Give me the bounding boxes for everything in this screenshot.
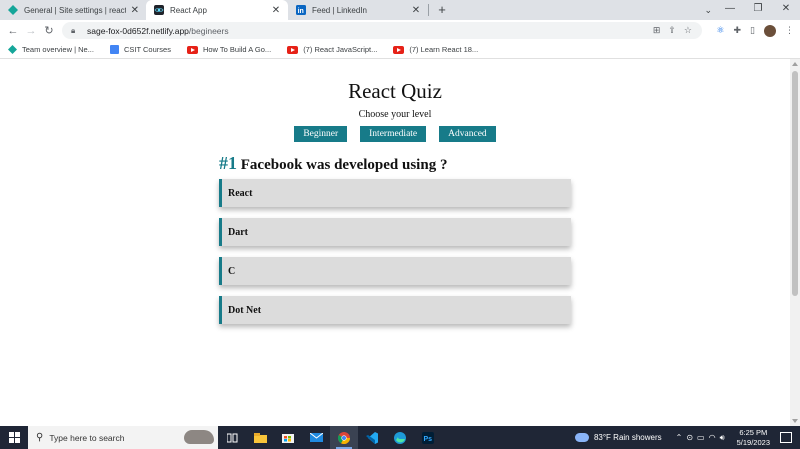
- mail-icon[interactable]: [302, 426, 330, 449]
- page-title: React Quiz: [348, 79, 442, 103]
- search-highlight-image: [184, 430, 214, 444]
- question-text: Facebook was developed using ?: [240, 157, 448, 173]
- clock-date: 5/19/2023: [736, 437, 770, 447]
- back-arrow-icon[interactable]: ←: [4, 25, 22, 37]
- level-prompt: Choose your level: [358, 109, 432, 120]
- task-view-icon[interactable]: [218, 426, 246, 449]
- close-tab-icon[interactable]: ✕: [410, 5, 422, 16]
- tray-status-icons[interactable]: ⌃⊙▭◠🔊︎: [676, 433, 729, 443]
- svg-text:Ps: Ps: [424, 436, 433, 443]
- bookmark-csit-courses[interactable]: CSIT Courses: [109, 45, 171, 54]
- new-tab-button[interactable]: +: [435, 0, 449, 20]
- chrome-icon[interactable]: [330, 426, 358, 449]
- microsoft-store-icon[interactable]: [274, 426, 302, 449]
- vscode-icon[interactable]: [358, 426, 386, 449]
- bookmark-label: How To Build A Go...: [202, 45, 272, 54]
- scroll-down-arrow-icon[interactable]: [792, 419, 798, 423]
- install-app-icon[interactable]: ⊞: [653, 25, 661, 36]
- tab-react-app[interactable]: React App ✕: [146, 0, 288, 20]
- extensions-puzzle-icon[interactable]: ✚: [734, 25, 742, 36]
- close-tab-icon[interactable]: ✕: [130, 5, 140, 16]
- menu-kebab-icon[interactable]: ⋮: [785, 25, 794, 36]
- bookmark-label: CSIT Courses: [123, 45, 171, 54]
- close-tab-icon[interactable]: ✕: [270, 5, 282, 16]
- system-tray: 83°F Rain showers ⌃⊙▭◠🔊︎ 6:25 PM 5/19/20…: [574, 426, 800, 449]
- bookmark-label: (7) Learn React 18...: [409, 45, 479, 54]
- question-heading: #1 Facebook was developed using ?: [219, 153, 447, 174]
- tab-strip: General | Site settings | reactquiz ✕ Re…: [0, 0, 800, 20]
- answer-option-dart[interactable]: Dart: [219, 218, 571, 246]
- tab-linkedin[interactable]: in Feed | LinkedIn ✕: [288, 0, 428, 20]
- taskbar-search-box[interactable]: ⚲ Type here to search: [28, 426, 218, 449]
- scroll-up-arrow-icon[interactable]: [792, 62, 798, 66]
- answer-option-c[interactable]: C: [219, 257, 571, 285]
- csit-icon: [109, 45, 119, 54]
- scrollbar-thumb[interactable]: [792, 71, 798, 296]
- bookmark-star-icon[interactable]: ☆: [684, 25, 692, 36]
- search-placeholder: Type here to search: [49, 432, 125, 443]
- tab-title: Feed | LinkedIn: [312, 5, 368, 15]
- bookmark-label: Team overview | Ne...: [22, 45, 94, 54]
- file-explorer-icon[interactable]: [246, 426, 274, 449]
- react-app-icon: [154, 5, 164, 15]
- clock-time: 6:25 PM: [739, 427, 768, 437]
- close-window-icon[interactable]: ✕: [772, 0, 800, 20]
- url-path: /begineers: [188, 25, 229, 36]
- tab-site-settings[interactable]: General | Site settings | reactquiz ✕: [0, 0, 146, 20]
- answer-option-react[interactable]: React: [219, 179, 571, 207]
- bookmark-team-overview[interactable]: Team overview | Ne...: [8, 45, 94, 54]
- restore-icon[interactable]: ❐: [744, 0, 772, 20]
- weather-text: 83°F Rain showers: [593, 433, 662, 442]
- answer-options: React Dart C Dot Net: [219, 179, 571, 335]
- page-viewport: React Quiz Choose your level Beginner In…: [0, 59, 790, 426]
- url-host: sage-fox-0d652f.netlify.app: [87, 25, 189, 36]
- bookmarks-bar: Team overview | Ne... CSIT Courses How T…: [0, 41, 800, 59]
- youtube-icon: [287, 45, 299, 54]
- window-controls: — ❐ ✕: [716, 0, 800, 20]
- windows-start-icon[interactable]: [0, 426, 28, 449]
- profile-avatar[interactable]: [764, 24, 776, 37]
- address-bar[interactable]: 🔒︎ sage-fox-0d652f.netlify.app/begineers…: [62, 22, 702, 39]
- taskbar-clock[interactable]: 6:25 PM 5/19/2023: [737, 428, 770, 448]
- rain-cloud-icon: [574, 433, 589, 442]
- youtube-icon: [186, 45, 198, 54]
- taskbar: ⚲ Type here to search Ps 83°F Rain showe…: [0, 426, 800, 449]
- edge-icon[interactable]: [386, 426, 414, 449]
- lock-icon[interactable]: 🔒︎: [71, 26, 81, 36]
- bookmark-react-javascript[interactable]: (7) React JavaScript...: [287, 45, 377, 54]
- share-icon[interactable]: ⇪: [668, 25, 676, 36]
- minimize-icon[interactable]: —: [716, 0, 744, 20]
- diamond-icon: [8, 45, 17, 54]
- level-selector: Beginner Intermediate Advanced: [0, 126, 790, 142]
- intermediate-button[interactable]: Intermediate: [360, 126, 427, 142]
- advanced-button[interactable]: Advanced: [439, 126, 496, 142]
- beginner-button[interactable]: Beginner: [294, 126, 348, 142]
- svg-text:in: in: [298, 8, 304, 15]
- side-panel-icon[interactable]: ▯: [750, 25, 755, 36]
- bookmark-how-to-build[interactable]: How To Build A Go...: [186, 45, 272, 54]
- browser-toolbar: ← → ↻ 🔒︎ sage-fox-0d652f.netlify.app/beg…: [0, 20, 800, 41]
- reload-icon[interactable]: ↻: [40, 24, 58, 37]
- bookmark-label: (7) React JavaScript...: [303, 45, 378, 54]
- tab-title: General | Site settings | reactquiz: [24, 5, 126, 15]
- tab-separator: [428, 4, 429, 16]
- tab-search-chevron-icon[interactable]: ⌄: [704, 0, 712, 20]
- search-icon: ⚲: [36, 432, 44, 443]
- photoshop-icon[interactable]: Ps: [414, 426, 442, 449]
- react-devtools-extension-icon[interactable]: ⚛: [716, 25, 724, 36]
- weather-widget[interactable]: 83°F Rain showers: [574, 433, 662, 442]
- bookmark-learn-react[interactable]: (7) Learn React 18...: [393, 45, 478, 54]
- question-number: #1: [219, 153, 237, 173]
- taskbar-apps: Ps: [218, 426, 442, 449]
- notifications-icon[interactable]: [780, 432, 792, 443]
- linkedin-icon: in: [296, 5, 306, 15]
- netlify-diamond-icon: [8, 5, 18, 15]
- answer-option-dot-net[interactable]: Dot Net: [219, 296, 571, 324]
- tab-title: React App: [170, 5, 207, 15]
- forward-arrow-icon[interactable]: →: [22, 25, 40, 37]
- youtube-icon: [393, 45, 405, 54]
- page-scrollbar[interactable]: [790, 59, 800, 426]
